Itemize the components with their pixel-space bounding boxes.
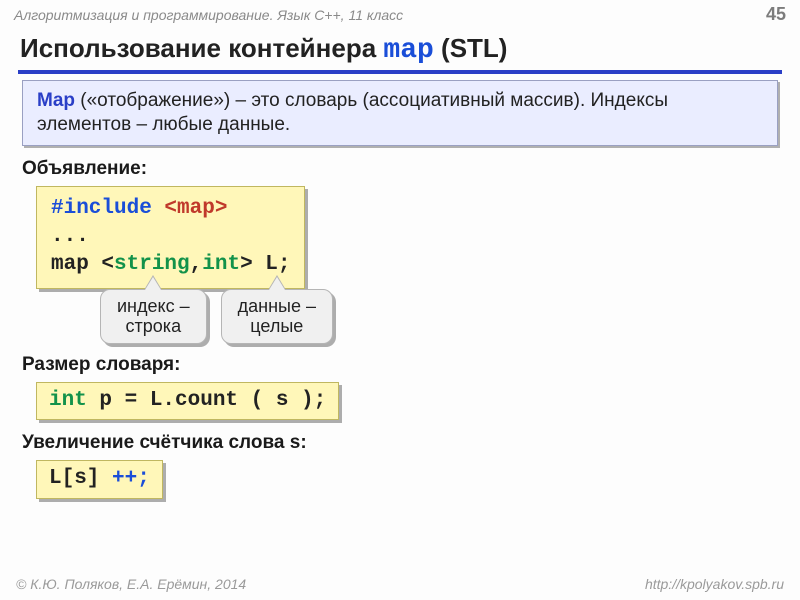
callout-data-line1: данные –	[238, 296, 316, 316]
hdr-map: <map>	[152, 197, 228, 220]
declaration-label: Объявление:	[22, 158, 778, 180]
slide-title: Использование контейнера map (STL)	[0, 27, 800, 68]
page-number: 45	[766, 4, 786, 25]
footer-authors: © К.Ю. Поляков, Е.А. Ерёмин, 2014	[16, 576, 246, 592]
size-label: Размер словаря:	[22, 354, 778, 376]
callout-data: данные – целые	[221, 289, 333, 344]
definition-box: Map («отображение») – это словарь (ассоц…	[22, 80, 778, 146]
type-int: int	[202, 253, 240, 276]
content-area: Map («отображение») – это словарь (ассоц…	[0, 80, 800, 499]
incr-code: L[s] ++;	[36, 460, 163, 498]
title-prefix: Использование контейнера	[20, 33, 383, 63]
callouts-row: индекс – строка данные – целые	[100, 289, 778, 344]
incr-op: ++;	[99, 467, 149, 490]
definition-term: Map	[37, 90, 80, 111]
code-map-open: map <	[51, 253, 114, 276]
callout-index-line2: строка	[126, 316, 182, 336]
callout-data-line2: целые	[250, 316, 303, 336]
footer-url: http://kpolyakov.spb.ru	[645, 576, 784, 592]
size-kw-int: int	[49, 389, 87, 412]
title-keyword: map	[383, 35, 433, 66]
code-map-close: > L;	[240, 253, 290, 276]
incr-lhs: L[s]	[49, 467, 99, 490]
size-code: int p = L.count ( s );	[36, 382, 339, 420]
type-string: string	[114, 253, 190, 276]
declaration-code: #include <map> ... map <string,int> L;	[36, 186, 305, 289]
kw-include: #include	[51, 197, 152, 220]
code-comma: ,	[190, 253, 203, 276]
callout-index: индекс – строка	[100, 289, 207, 344]
title-underline	[18, 70, 782, 74]
definition-text: («отображение») – это словарь (ассоциати…	[37, 90, 668, 135]
incr-label: Увеличение счётчика слова s:	[22, 432, 778, 454]
code-ellipsis: ...	[51, 225, 89, 248]
footer: © К.Ю. Поляков, Е.А. Ерёмин, 2014 http:/…	[0, 576, 800, 592]
size-rest: p = L.count ( s );	[87, 389, 326, 412]
callout-tail	[145, 277, 161, 290]
callout-index-line1: индекс –	[117, 296, 190, 316]
top-bar: Алгоритмизация и программирование. Язык …	[0, 0, 800, 27]
callout-tail	[269, 277, 285, 290]
title-suffix: (STL)	[434, 33, 508, 63]
course-name: Алгоритмизация и программирование. Язык …	[14, 7, 403, 23]
